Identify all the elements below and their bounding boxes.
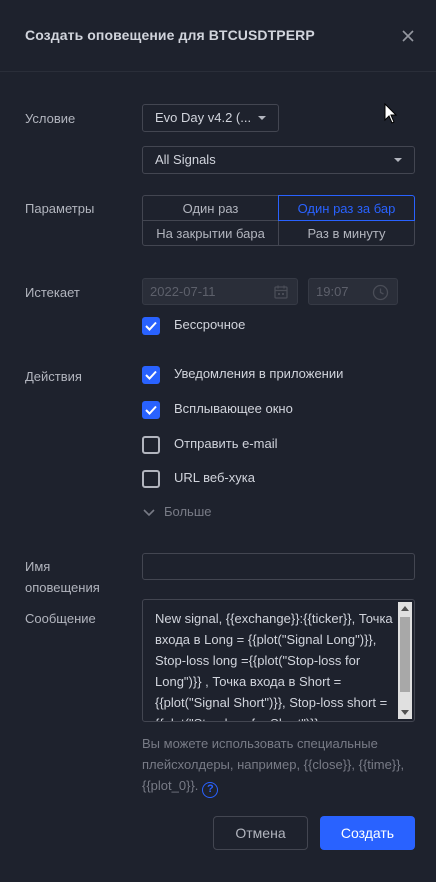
expiry-time-value: 19:07 (316, 284, 349, 299)
email-label: Отправить e-mail (174, 436, 278, 451)
option-once-per-bar[interactable]: Один раз за бар (278, 195, 415, 221)
message-text: New signal, {{exchange}}:{{ticker}}, Точ… (155, 611, 393, 721)
params-label: Параметры (25, 201, 95, 216)
calendar-icon (274, 285, 288, 299)
message-label: Сообщение (25, 611, 96, 626)
condition-label: Условие (25, 111, 76, 126)
webhook-label: URL веб-хука (174, 470, 255, 485)
indicator-select-value: Evo Day v4.2 (... (155, 110, 252, 125)
actions-label: Действия (25, 369, 82, 384)
message-scrollbar[interactable] (398, 602, 412, 719)
open-ended-checkbox[interactable] (142, 317, 160, 335)
placeholder-hint: Вы можете использовать специальные плейс… (142, 733, 417, 798)
indicator-select[interactable]: Evo Day v4.2 (... (142, 104, 279, 132)
webhook-checkbox[interactable] (142, 470, 160, 488)
option-on-bar-close[interactable]: На закрытии бара (142, 220, 279, 246)
dialog-title: Создать оповещение для BTCUSDTPERP (25, 27, 315, 43)
app-notification-checkbox[interactable] (142, 366, 160, 384)
alert-name-label: Имя оповещения (25, 559, 100, 595)
chevron-down-icon (143, 509, 155, 517)
help-icon[interactable]: ? (202, 782, 219, 798)
option-once[interactable]: Один раз (142, 195, 279, 221)
clock-icon (372, 284, 389, 301)
popup-label: Всплывающее окно (174, 401, 293, 416)
signal-select-value: All Signals (155, 152, 216, 167)
scroll-down-icon[interactable] (401, 710, 409, 715)
cancel-button[interactable]: Отмена (213, 816, 308, 850)
more-label: Больше (164, 504, 212, 519)
signal-select[interactable]: All Signals (142, 146, 415, 174)
message-textarea[interactable]: New signal, {{exchange}}:{{ticker}}, Точ… (142, 599, 415, 722)
chevron-down-icon (258, 116, 266, 120)
chevron-down-icon (394, 158, 402, 162)
scrollbar-thumb[interactable] (400, 617, 410, 692)
create-button[interactable]: Создать (320, 816, 415, 850)
open-ended-label: Бессрочное (174, 317, 246, 332)
placeholder-hint-text: Вы можете использовать специальные плейс… (142, 736, 405, 793)
dialog-header: Создать оповещение для BTCUSDTPERP (0, 0, 436, 72)
email-checkbox[interactable] (142, 436, 160, 454)
popup-checkbox[interactable] (142, 401, 160, 419)
expiry-time-input[interactable]: 19:07 (308, 278, 398, 305)
scroll-up-icon[interactable] (401, 606, 409, 611)
mouse-cursor-icon (384, 102, 398, 125)
expiry-date-input[interactable]: 2022-07-11 (142, 278, 298, 305)
expiry-date-value: 2022-07-11 (150, 284, 216, 299)
option-once-per-minute[interactable]: Раз в минуту (278, 220, 415, 246)
close-icon[interactable] (398, 26, 418, 46)
alert-name-input[interactable] (142, 553, 415, 580)
expires-label: Истекает (25, 285, 80, 300)
trigger-frequency-group: Один раз Один раз за бар На закрытии бар… (142, 195, 415, 247)
app-notification-label: Уведомления в приложении (174, 366, 344, 381)
